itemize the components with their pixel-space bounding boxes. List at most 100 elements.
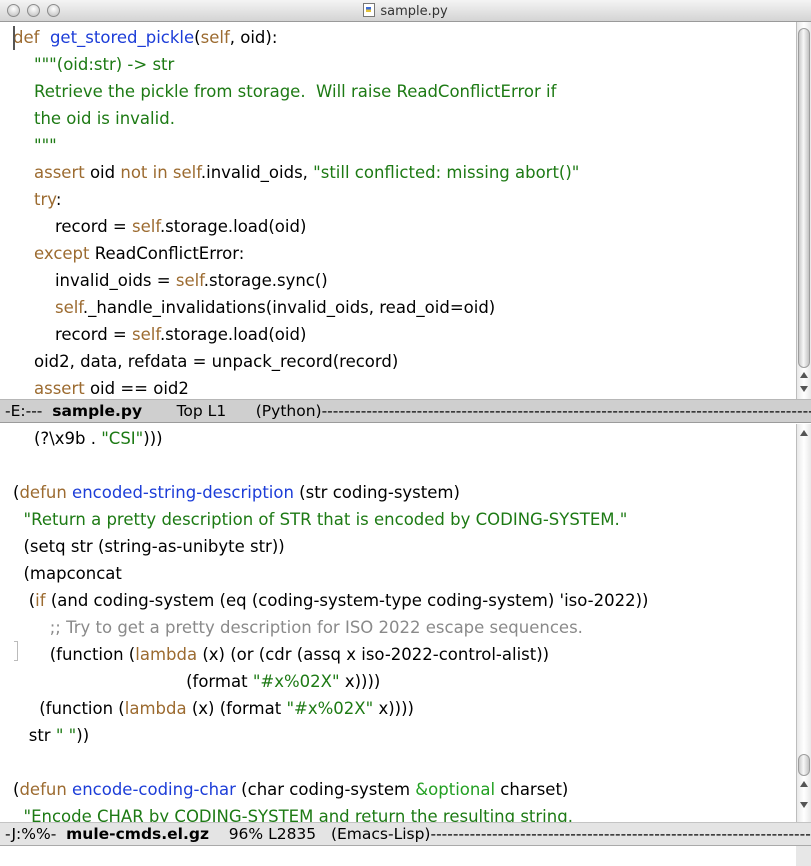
code-token: defun: [19, 780, 67, 799]
code-token: .storage.load(oid): [159, 325, 307, 344]
modeline-position: 96% L2835: [208, 825, 331, 843]
editor-pane-python[interactable]: def get_stored_pickle(self, oid): """(oi…: [0, 22, 796, 399]
modeline-position: Top L1: [142, 402, 256, 420]
scroll-thumb-elisp[interactable]: [798, 754, 810, 776]
code-token: (x) (or (cdr (assq x iso-2022-control-al…: [197, 645, 550, 664]
code-token: (x) (format: [186, 699, 287, 718]
code-area-elisp[interactable]: (?\x9b . "CSI"))) (defun encoded-string-d…: [13, 425, 649, 822]
modeline-buffer-name[interactable]: sample.py: [52, 402, 142, 420]
code-token: oid2, data, refdata = unpack_record(reco…: [13, 352, 399, 371]
code-line[interactable]: "Return a pretty description of STR that…: [13, 506, 649, 533]
code-line[interactable]: except ReadConflictError:: [13, 240, 579, 267]
text-cursor: [13, 26, 15, 50]
window-titlebar: sample.py: [0, 0, 811, 22]
scroll-up-arrow-icon[interactable]: [800, 372, 808, 378]
code-line[interactable]: assert oid == oid2: [13, 375, 579, 399]
code-token: encode-coding-char: [72, 780, 236, 799]
code-line[interactable]: ;; Try to get a pretty description for I…: [13, 614, 649, 641]
code-line[interactable]: str " ")): [13, 722, 649, 749]
code-token: if: [35, 591, 46, 610]
scroll-down-arrow-icon[interactable]: [800, 386, 808, 392]
resize-grip[interactable]: [796, 846, 811, 866]
code-token: self: [167, 163, 201, 182]
code-line[interactable]: record = self.storage.load(oid): [13, 321, 579, 348]
code-line[interactable]: (format "#x%02X" x)))): [13, 668, 649, 695]
code-token: """: [33, 136, 57, 155]
code-line[interactable]: (?\x9b . "CSI"))): [13, 425, 649, 452]
code-line[interactable]: record = self.storage.load(oid): [13, 213, 579, 240]
code-line[interactable]: (function (lambda (x) (format "#x%02X" x…: [13, 695, 649, 722]
scroll-top-arrow-icon[interactable]: [800, 430, 808, 436]
code-token: (: [13, 591, 36, 610]
code-line[interactable]: (function (lambda (x) (or (cdr (assq x i…: [13, 641, 649, 668]
code-token: "Encode CHAR by CODING-SYSTEM and return…: [23, 807, 573, 822]
scroll-down-arrow-icon[interactable]: [800, 802, 808, 808]
code-line[interactable]: self._handle_invalidations(invalid_oids,…: [13, 294, 579, 321]
code-line[interactable]: [13, 749, 649, 776]
code-line[interactable]: (setq str (string-as-unibyte str)): [13, 533, 649, 560]
code-token: self: [200, 28, 230, 47]
code-token: )): [76, 726, 90, 745]
code-line[interactable]: "Encode CHAR by CODING-SYSTEM and return…: [13, 803, 649, 822]
code-line[interactable]: oid2, data, refdata = unpack_record(reco…: [13, 348, 579, 375]
code-line[interactable]: Retrieve the pickle from storage. Will r…: [13, 78, 579, 105]
code-line[interactable]: """: [13, 132, 579, 159]
code-token: oid == oid2: [84, 379, 189, 398]
modeline-buffer-name[interactable]: mule-cmds.el.gz: [66, 825, 209, 843]
code-line[interactable]: invalid_oids = self.storage.sync(): [13, 267, 579, 294]
code-token: record =: [13, 325, 132, 344]
code-token: (function (: [13, 645, 136, 664]
window-title: sample.py: [380, 4, 448, 19]
code-line[interactable]: """(oid:str) -> str: [13, 51, 579, 78]
code-line[interactable]: (defun encode-coding-char (char coding-s…: [13, 776, 649, 803]
code-line[interactable]: try:: [13, 186, 579, 213]
code-token: defun: [19, 483, 67, 502]
modeline-fill: ----------------------------------------…: [430, 825, 811, 843]
modeline-major-mode[interactable]: (Python): [256, 402, 322, 420]
code-token: x)))): [339, 672, 381, 691]
code-token: (format: [13, 672, 253, 691]
code-line[interactable]: [13, 452, 649, 479]
code-token: ._handle_invalidations(invalid_oids, rea…: [82, 298, 496, 317]
scrollbar-python[interactable]: [796, 22, 811, 399]
code-token: "still conflicted: missing abort()": [313, 163, 580, 182]
code-line[interactable]: assert oid not in self.invalid_oids, "st…: [13, 159, 579, 186]
code-line[interactable]: def get_stored_pickle(self, oid):: [13, 24, 579, 51]
modeline-python: -E:--- sample.py Top L1 (Python)--------…: [0, 399, 811, 423]
editor-pane-elisp[interactable]: (?\x9b . "CSI"))) (defun encoded-string-d…: [0, 424, 796, 822]
scrollbar-elisp[interactable]: [796, 424, 811, 822]
code-token: " ": [55, 726, 77, 745]
code-line[interactable]: (defun encoded-string-description (str c…: [13, 479, 649, 506]
scroll-thumb-python[interactable]: [798, 28, 810, 368]
modeline-elisp: -J:%%- mule-cmds.el.gz 96% L2835 (Emacs-…: [0, 822, 811, 846]
code-token: (and coding-system (eq (coding-system-ty…: [45, 591, 649, 610]
code-token: charset): [495, 780, 569, 799]
code-token: (?\x9b .: [13, 429, 102, 448]
code-area-python[interactable]: def get_stored_pickle(self, oid): """(oi…: [13, 24, 579, 399]
scroll-up-arrow-icon[interactable]: [800, 781, 808, 787]
code-line[interactable]: (mapconcat: [13, 560, 649, 587]
modeline-major-mode[interactable]: (Emacs-Lisp): [331, 825, 431, 843]
code-token: lambda: [124, 699, 187, 718]
code-token: , oid):: [229, 28, 278, 47]
fringe-indicator: [14, 641, 18, 661]
code-token: ReadConflictError:: [89, 244, 245, 263]
code-token: "CSI": [101, 429, 144, 448]
code-line[interactable]: the oid is invalid.: [13, 105, 579, 132]
code-token: self: [175, 271, 204, 290]
code-token: lambda: [135, 645, 198, 664]
code-token: assert: [33, 163, 85, 182]
code-line[interactable]: (if (and coding-system (eq (coding-syste…: [13, 587, 649, 614]
code-token: assert: [33, 379, 85, 398]
